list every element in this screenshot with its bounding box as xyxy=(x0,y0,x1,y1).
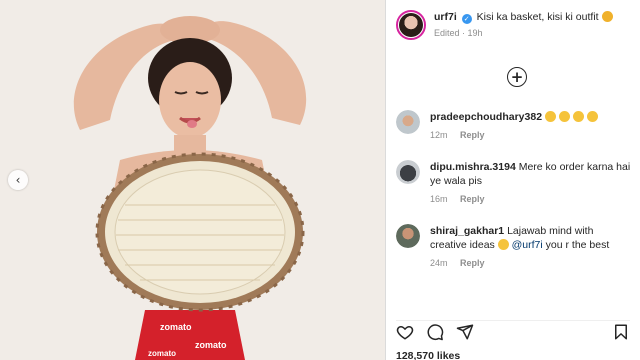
post-image[interactable]: zomato zomato zomato ‹ xyxy=(0,0,385,360)
send-icon[interactable] xyxy=(456,323,474,341)
reply-button[interactable]: Reply xyxy=(460,130,485,140)
avatar[interactable] xyxy=(396,110,420,134)
chevron-left-icon[interactable]: ‹ xyxy=(8,170,28,190)
reply-button[interactable]: Reply xyxy=(460,194,485,204)
plus-circle-icon[interactable]: + xyxy=(507,67,527,87)
svg-text:zomato: zomato xyxy=(160,322,192,332)
comment-time: 24m xyxy=(430,258,448,268)
comment-item: pradeepchoudhary382 12m Reply xyxy=(396,110,632,140)
post-caption: urf7i ✓ Kisi ka basket, kisi ki outfit E… xyxy=(396,10,632,40)
comment-item: shiraj_gakhar1 Lajawab mind with creativ… xyxy=(396,224,632,268)
svg-text:zomato: zomato xyxy=(195,340,227,350)
laughing-emoji-icon xyxy=(558,111,570,122)
laughing-emoji-icon xyxy=(586,111,598,122)
caption-text: Kisi ka basket, kisi ki outfit xyxy=(476,11,599,23)
comment-time: 16m xyxy=(430,194,448,204)
grinning-face-emoji-icon xyxy=(601,11,613,22)
comment-text-after: you r the best xyxy=(545,239,610,251)
post-viewer: zomato zomato zomato ‹ urf7i ✓ Kisi ka b… xyxy=(0,0,640,360)
verified-badge-icon: ✓ xyxy=(461,14,472,24)
edited-label: Edited xyxy=(434,28,460,38)
comment-mention[interactable]: @urf7i xyxy=(512,239,543,251)
action-bar xyxy=(396,320,630,342)
comment-username[interactable]: pradeepchoudhary382 xyxy=(430,111,542,123)
comment-time: 12m xyxy=(430,130,448,140)
avatar[interactable] xyxy=(396,10,426,40)
post-age: 19h xyxy=(467,28,483,38)
laughing-emoji-icon xyxy=(544,111,556,122)
reply-button[interactable]: Reply xyxy=(460,258,485,268)
likes-count[interactable]: 128,570 likes xyxy=(396,350,460,360)
post-author-username[interactable]: urf7i xyxy=(434,11,457,23)
avatar[interactable] xyxy=(396,160,420,184)
photo-illustration: zomato zomato zomato xyxy=(0,0,385,360)
laughing-emoji-icon xyxy=(497,239,509,250)
post-sidebar: urf7i ✓ Kisi ka basket, kisi ki outfit E… xyxy=(385,0,640,360)
comment-username[interactable]: shiraj_gakhar1 xyxy=(430,225,504,237)
avatar[interactable] xyxy=(396,224,420,248)
heart-icon[interactable] xyxy=(396,323,414,341)
comment-bubble-icon[interactable] xyxy=(426,323,444,341)
svg-text:zomato: zomato xyxy=(148,349,176,358)
comment-item: dipu.mishra.3194 Mere ko order karna hai… xyxy=(396,160,632,204)
laughing-emoji-icon xyxy=(572,111,584,122)
comment-username[interactable]: dipu.mishra.3194 xyxy=(430,161,516,173)
bookmark-icon[interactable] xyxy=(612,323,630,341)
